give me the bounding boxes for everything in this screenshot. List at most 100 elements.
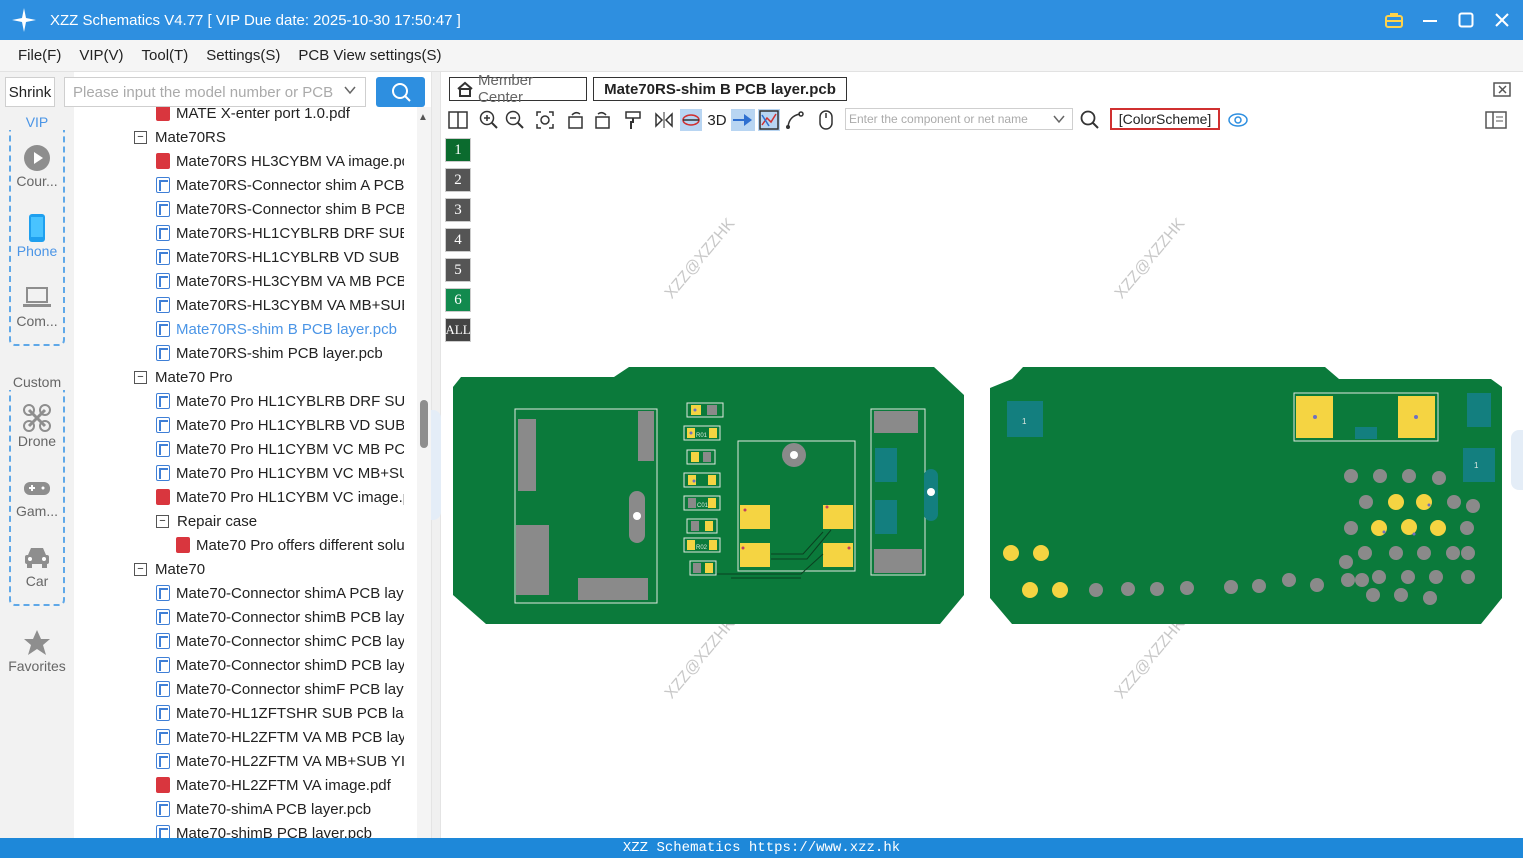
tree-folder[interactable]: − Repair case bbox=[156, 509, 257, 533]
rail-car[interactable]: Car bbox=[0, 543, 74, 589]
tree-file[interactable]: Mate70-HL2ZFTM VA image.pdf bbox=[156, 773, 391, 797]
rail-course[interactable]: Cour... bbox=[0, 143, 74, 189]
tree-item-label: Mate70-HL2ZFTM VA MB PCB laye bbox=[176, 728, 404, 746]
mouse-mode-icon[interactable] bbox=[815, 109, 837, 131]
trace-route-icon[interactable] bbox=[784, 109, 806, 131]
tree-item-label: Mate70RS-shim B PCB layer.pcb bbox=[176, 320, 397, 338]
maximize-button[interactable] bbox=[1455, 9, 1477, 31]
tree-item-label: Mate70 bbox=[155, 560, 206, 578]
search-icon[interactable] bbox=[1079, 109, 1101, 131]
color-scheme-button[interactable]: [ColorScheme] bbox=[1110, 108, 1220, 130]
tree-file[interactable]: Mate70-HL2ZFTM VA MB PCB laye bbox=[156, 725, 404, 749]
tree-scrollbar[interactable]: ▲ bbox=[417, 107, 431, 838]
fit-view-icon[interactable] bbox=[534, 109, 556, 131]
tab-member-center[interactable]: Member Center bbox=[449, 72, 587, 106]
tree-file[interactable]: Mate70 Pro HL1CYBLRB DRF SUB F bbox=[156, 389, 404, 413]
mirror-icon[interactable] bbox=[653, 109, 675, 131]
rail-game[interactable]: Gam... bbox=[0, 473, 74, 519]
tab-active-file[interactable]: Mate70RS-shim B PCB layer.pcb bbox=[593, 77, 847, 101]
split-view-icon[interactable] bbox=[447, 109, 469, 131]
rail-drone[interactable]: Drone bbox=[0, 403, 74, 449]
menu-vip[interactable]: VIP(V) bbox=[71, 47, 131, 64]
pdf-file-icon bbox=[156, 107, 170, 121]
tree-file[interactable]: Mate70-HL2ZFTM VA MB+SUB YIL bbox=[156, 749, 404, 773]
tree-file[interactable]: Mate70 Pro HL1CYBLRB VD SUB PC bbox=[156, 413, 404, 437]
scroll-up-icon[interactable]: ▲ bbox=[418, 112, 428, 123]
tree-file[interactable]: Mate70-Connector shimC PCB laye bbox=[156, 629, 404, 653]
tree-item-label: Mate70RS-HL3CYBM VA MB PCB la bbox=[176, 272, 404, 290]
collapse-icon[interactable]: − bbox=[156, 514, 169, 528]
tree-file[interactable]: Mate70RS-HL1CYBLRB DRF SUB PC bbox=[156, 221, 404, 245]
tree-file[interactable]: Mate70 Pro HL1CYBM VC MB PCB bbox=[156, 437, 404, 461]
net-check-icon[interactable] bbox=[758, 109, 780, 131]
tree-file[interactable]: Mate70 Pro HL1CYBM VC image.pc bbox=[156, 485, 404, 509]
menu-pcb-view-settings[interactable]: PCB View settings(S) bbox=[290, 47, 449, 64]
tree-item-label: Mate70RS-Connector shim B PCB l bbox=[176, 200, 404, 218]
pcb-canvas[interactable]: 1 2 3 4 5 6 ALL XZZ@XZZHK XZZ@XZZHK XZZ@… bbox=[441, 134, 1523, 838]
menu-tool[interactable]: Tool(T) bbox=[134, 47, 197, 64]
tree-file[interactable]: Mate70-HL1ZFTSHR SUB PCB layer bbox=[156, 701, 404, 725]
rail-computer[interactable]: Com... bbox=[0, 283, 74, 329]
tree-file[interactable]: Mate70 Pro HL1CYBM VC MB+SUE bbox=[156, 461, 404, 485]
zoom-in-icon[interactable] bbox=[478, 109, 500, 131]
menu-settings[interactable]: Settings(S) bbox=[198, 47, 288, 64]
tree-item-label: Mate70RS-shim PCB layer.pcb bbox=[176, 344, 383, 362]
pcb-file-icon bbox=[156, 729, 170, 745]
collapse-icon[interactable]: − bbox=[134, 130, 147, 144]
file-tree: MATE X-enter port 1.0.pdf − Mate70RS Mate70… bbox=[74, 107, 417, 838]
tree-file[interactable]: Mate70-shimA PCB layer.pcb bbox=[156, 797, 371, 821]
pin-arrow-icon[interactable] bbox=[731, 109, 755, 131]
tree-file[interactable]: Mate70 Pro offers different solu bbox=[176, 533, 404, 557]
tree-file[interactable]: Mate70-shimB PCB layer.pcb bbox=[156, 821, 372, 838]
chevron-down-icon[interactable] bbox=[343, 83, 357, 101]
tree-file[interactable]: Mate70RS-HL3CYBM VA MB PCB la bbox=[156, 269, 404, 293]
rotate-left-icon[interactable] bbox=[565, 109, 587, 131]
paint-roller-icon[interactable] bbox=[622, 109, 644, 131]
highlight-net-icon[interactable] bbox=[680, 109, 702, 131]
tree-file[interactable]: Mate70-Connector shimD PCB laye bbox=[156, 653, 404, 677]
component-search-input[interactable]: Enter the component or net name bbox=[845, 108, 1073, 130]
collapse-icon[interactable]: − bbox=[134, 562, 147, 576]
rail-favorites[interactable]: Favorites bbox=[0, 628, 74, 674]
title-bar: XZZ Schematics V4.77 [ VIP Due date: 202… bbox=[0, 0, 1523, 40]
menu-file[interactable]: File(F) bbox=[10, 47, 69, 64]
pcb-file-icon bbox=[156, 609, 170, 625]
tree-file[interactable]: Mate70-Connector shimA PCB laye bbox=[156, 581, 404, 605]
tree-item-label: Mate70RS bbox=[155, 128, 226, 146]
tree-folder[interactable]: − Mate70 Pro bbox=[134, 365, 233, 389]
eye-icon[interactable] bbox=[1227, 109, 1249, 131]
tree-item-label: Mate70 Pro offers different solu bbox=[196, 536, 404, 554]
close-all-tabs-icon[interactable] bbox=[1493, 80, 1513, 101]
tree-file[interactable]: Mate70RS-shim PCB layer.pcb bbox=[156, 341, 383, 365]
tree-file[interactable]: Mate70RS-HL1CYBLRB VD SUB PCI bbox=[156, 245, 404, 269]
rail-phone[interactable]: Phone bbox=[0, 213, 74, 259]
search-button[interactable] bbox=[376, 77, 425, 107]
tree-file[interactable]: Mate70-Connector shimF PCB laye bbox=[156, 677, 404, 701]
view-3d-button[interactable]: 3D bbox=[704, 109, 730, 131]
tree-file[interactable]: Mate70RS-shim B PCB layer.pcb bbox=[156, 317, 397, 341]
rotate-right-icon[interactable] bbox=[591, 109, 613, 131]
tree-item-label: Mate70 Pro bbox=[155, 368, 233, 386]
collapse-left-panel-handle[interactable] bbox=[431, 410, 441, 520]
tree-folder[interactable]: − Mate70 bbox=[134, 557, 205, 581]
tree-file[interactable]: MATE X-enter port 1.0.pdf bbox=[156, 107, 350, 125]
tree-file[interactable]: Mate70-Connector shimB PCB laye bbox=[156, 605, 404, 629]
chevron-down-icon[interactable] bbox=[1052, 112, 1066, 129]
side-panel-icon[interactable] bbox=[1485, 109, 1507, 131]
tree-file[interactable]: Mate70RS-Connector shim B PCB l bbox=[156, 197, 404, 221]
collapse-right-panel-handle[interactable] bbox=[1511, 430, 1523, 490]
close-button[interactable] bbox=[1491, 9, 1513, 31]
tree-file[interactable]: Mate70RS-HL3CYBM VA MB+SUB bbox=[156, 293, 404, 317]
tree-folder[interactable]: − Mate70RS bbox=[134, 125, 226, 149]
vip-badge-icon[interactable] bbox=[1383, 9, 1405, 31]
zoom-out-icon[interactable] bbox=[504, 109, 526, 131]
custom-group-label: Custom bbox=[0, 374, 74, 390]
shrink-button[interactable]: Shrink bbox=[5, 77, 55, 107]
collapse-icon[interactable]: − bbox=[134, 370, 147, 384]
tree-file[interactable]: Mate70RS HL3CYBM VA image.pdf bbox=[156, 149, 404, 173]
minimize-button[interactable] bbox=[1419, 9, 1441, 31]
scrollbar-thumb[interactable] bbox=[420, 400, 428, 448]
tree-item-label: Mate70-Connector shimF PCB laye bbox=[176, 680, 404, 698]
tree-file[interactable]: Mate70RS-Connector shim A PCB l bbox=[156, 173, 404, 197]
model-search-input[interactable]: Please input the model number or PCB bbox=[64, 77, 366, 107]
